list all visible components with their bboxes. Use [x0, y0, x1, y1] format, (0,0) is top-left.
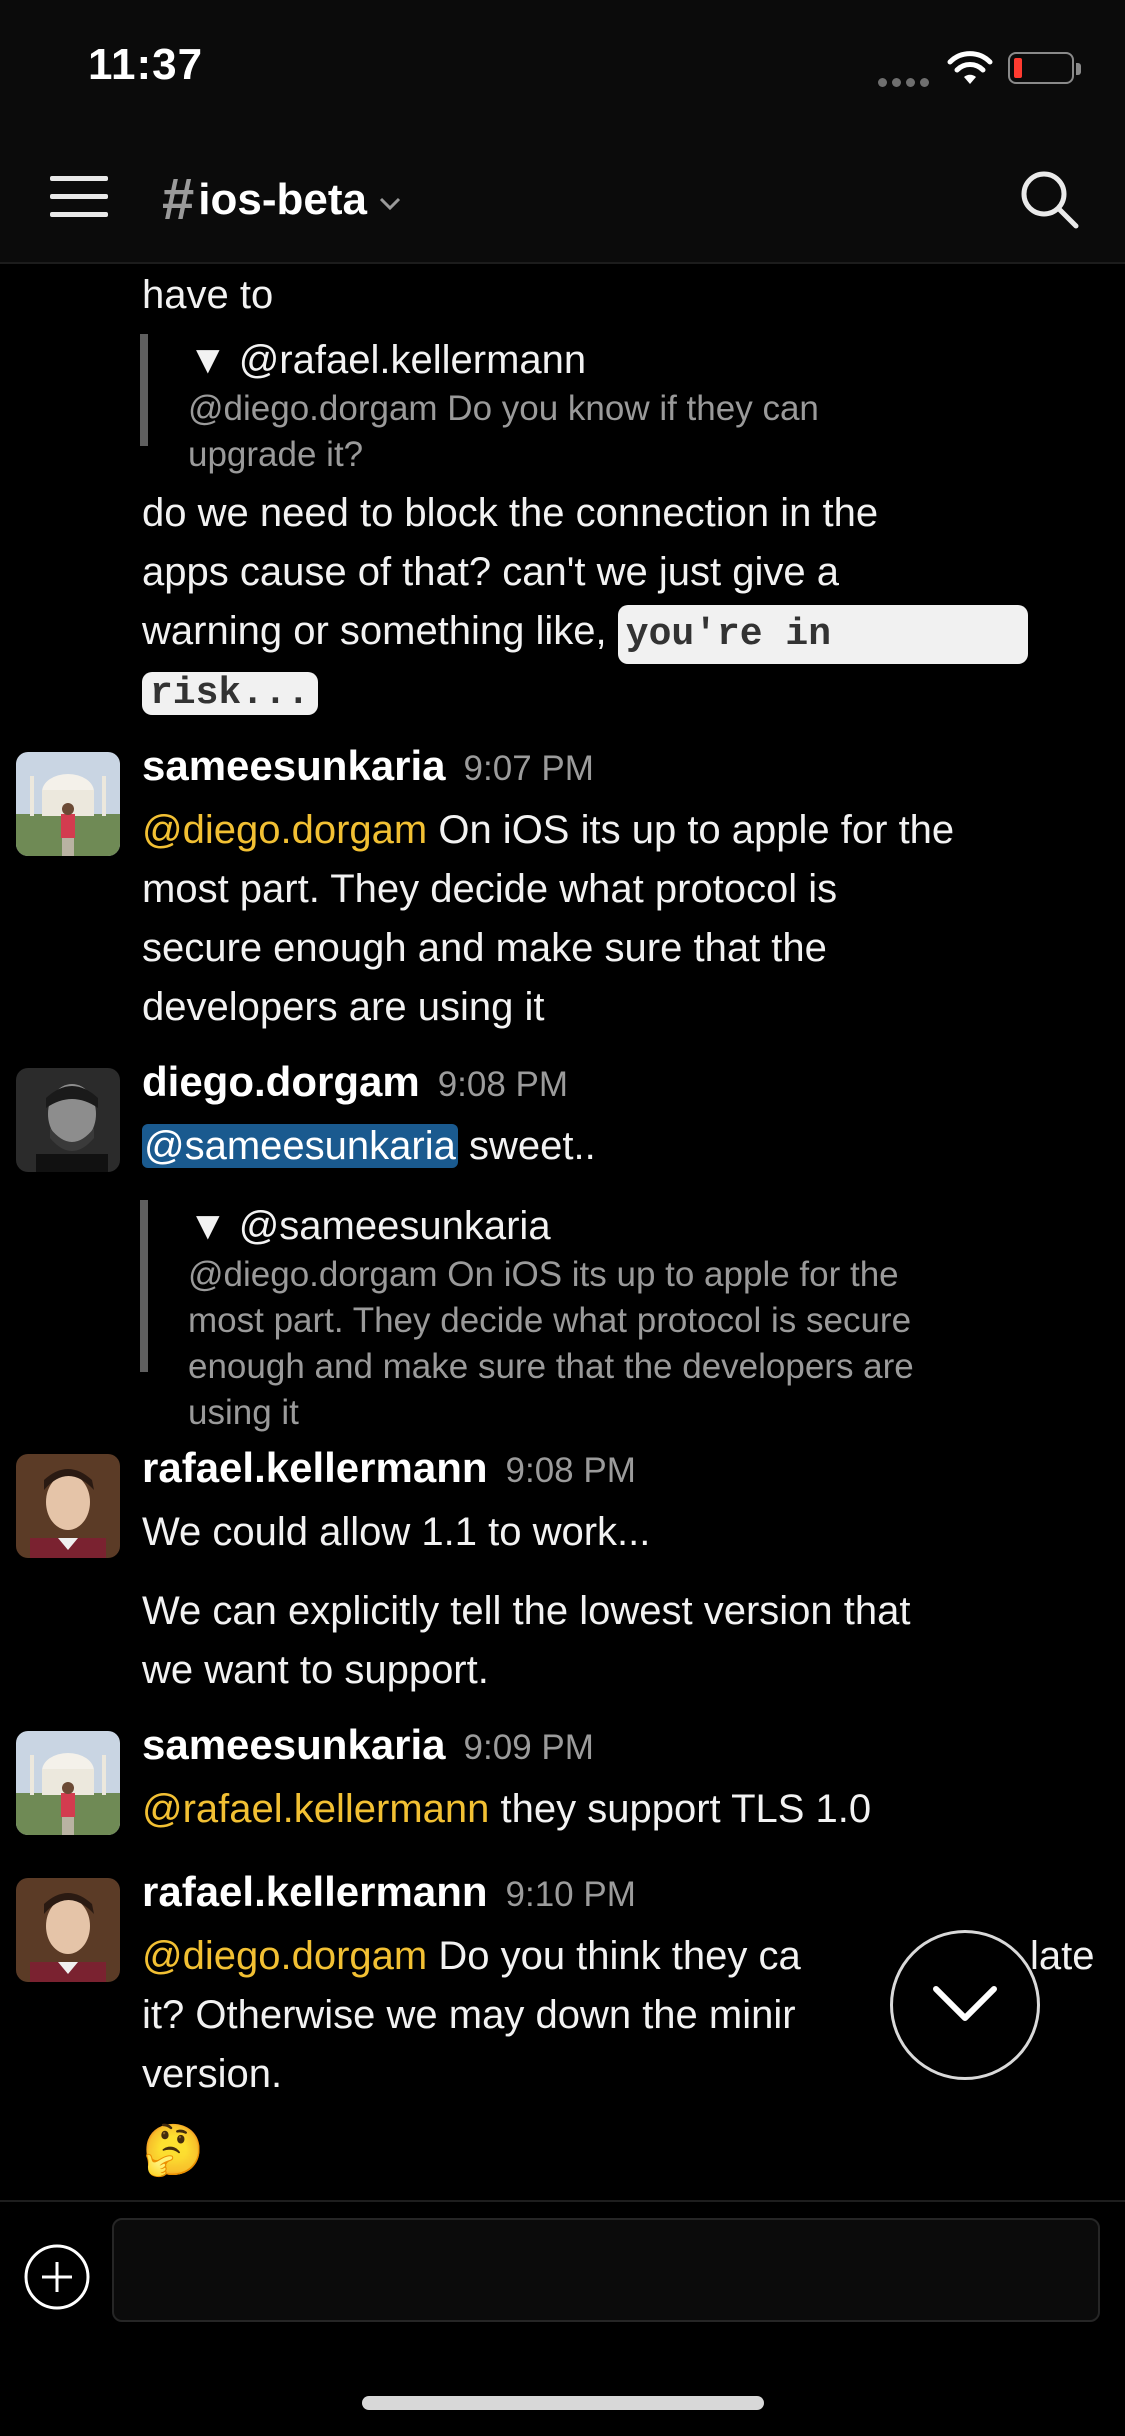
scroll-to-bottom-button[interactable]	[890, 1930, 1040, 2080]
author-name[interactable]: diego.dorgam	[142, 1058, 420, 1105]
timestamp: 9:09 PM	[463, 1728, 594, 1767]
message-text: We could allow 1.1 to work...	[142, 1510, 651, 1554]
message-text: risk...	[142, 661, 318, 723]
message-header: sameesunkaria 9:07 PM	[142, 742, 594, 790]
avatar[interactable]	[16, 1878, 120, 1982]
message-list[interactable]: have to ▼ @rafael.kellermann @diego.dorg…	[0, 266, 1125, 2198]
cellular-signal-icon	[878, 78, 929, 87]
message-input[interactable]	[112, 2218, 1100, 2322]
timestamp: 9:10 PM	[505, 1875, 636, 1914]
quote-title: ▼ @sameesunkaria	[188, 1204, 551, 1248]
message-text: @diego.dorgam On iOS its up to apple for…	[142, 801, 954, 860]
quote-body-line: most part. They decide what protocol is …	[188, 1301, 912, 1340]
hash-icon: #	[162, 167, 195, 232]
message-header: rafael.kellermann 9:08 PM	[142, 1444, 636, 1492]
message-text-fragment: warning or something like,	[142, 609, 618, 653]
avatar[interactable]	[16, 752, 120, 856]
status-bar: 11:37	[0, 0, 1125, 132]
message-text: developers are using it	[142, 985, 545, 1029]
inline-code: you're in	[617, 605, 1028, 664]
quoted-message: ▼ @rafael.kellermann @diego.dorgam Do yo…	[140, 334, 948, 474]
menu-icon[interactable]	[50, 174, 110, 220]
avatar[interactable]	[16, 1731, 120, 1835]
user-mention[interactable]: @diego.dorgam	[142, 1934, 427, 1978]
channel-title[interactable]: # ios-beta	[162, 166, 401, 233]
message-text: We can explicitly tell the lowest versio…	[142, 1589, 911, 1633]
timestamp: 9:08 PM	[437, 1065, 569, 1104]
quote-body-line: @diego.dorgam On iOS its up to apple for…	[188, 1255, 899, 1294]
message-text: it? Otherwise we may down the minir	[142, 1993, 796, 2037]
author-name[interactable]: rafael.kellermann	[142, 1444, 488, 1491]
battery-icon	[1008, 52, 1081, 84]
timestamp: 9:08 PM	[505, 1451, 636, 1490]
avatar[interactable]	[16, 1454, 120, 1558]
message-header: sameesunkaria 9:09 PM	[142, 1721, 594, 1769]
message-text: most part. They decide what protocol is	[142, 867, 838, 911]
avatar[interactable]	[16, 1068, 120, 1172]
message-text-fragment: they support TLS 1.0	[489, 1787, 872, 1831]
home-indicator[interactable]	[362, 2396, 764, 2410]
quote-body-line: enough and make sure that the developers…	[188, 1347, 914, 1386]
emoji-reaction: 🤔	[142, 2122, 205, 2178]
quote-title: ▼ @rafael.kellermann	[188, 338, 587, 382]
message-text: @rafael.kellermann they support TLS 1.0	[142, 1780, 871, 1839]
status-time: 11:37	[88, 40, 204, 89]
author-name[interactable]: rafael.kellermann	[142, 1868, 488, 1915]
author-name[interactable]: sameesunkaria	[142, 1721, 446, 1768]
add-attachment-icon[interactable]	[22, 2242, 92, 2312]
quote-body-line: using it	[188, 1393, 299, 1432]
message-text-fragment: sweet..	[457, 1124, 596, 1168]
message-text: version.	[142, 2052, 283, 2096]
message-text: we want to support.	[142, 1648, 489, 1692]
message-text-fragment: Do you think they ca	[427, 1934, 801, 1978]
message-text: @diego.dorgam Do you think they ca	[142, 1927, 801, 1986]
message-header: diego.dorgam 9:08 PM	[142, 1058, 568, 1106]
message-text-fragment: On iOS its up to apple for the	[427, 808, 955, 852]
author-name[interactable]: sameesunkaria	[142, 742, 446, 789]
message-text: have to	[142, 273, 274, 317]
quote-body: @diego.dorgam Do you know if they can up…	[188, 389, 819, 474]
message-text: @sameesunkaria sweet..	[142, 1117, 596, 1176]
wifi-icon	[947, 51, 993, 84]
channel-name: ios-beta	[198, 174, 367, 224]
user-mention[interactable]: @diego.dorgam	[142, 808, 427, 852]
search-icon[interactable]	[1018, 168, 1080, 230]
chevron-down-icon	[379, 197, 401, 210]
message-text: apps cause of that? can't we just give a	[142, 550, 839, 594]
message-text: secure enough and make sure that the	[142, 926, 827, 970]
chevron-down-icon	[933, 1986, 997, 2021]
message-text: do we need to block the connection in th…	[142, 491, 879, 535]
message-text-fragment: late	[1030, 1934, 1095, 1978]
user-mention[interactable]: @rafael.kellermann	[142, 1787, 489, 1831]
timestamp: 9:07 PM	[463, 749, 594, 788]
message-text: warning or something like, you're in	[142, 602, 1028, 664]
quoted-message: ▼ @sameesunkaria @diego.dorgam On iOS it…	[140, 1200, 914, 1432]
inline-code: risk...	[142, 672, 318, 715]
message-header: rafael.kellermann 9:10 PM	[142, 1868, 636, 1916]
channel-header: # ios-beta	[0, 132, 1125, 264]
user-mention-highlighted[interactable]: @sameesunkaria	[142, 1124, 458, 1168]
